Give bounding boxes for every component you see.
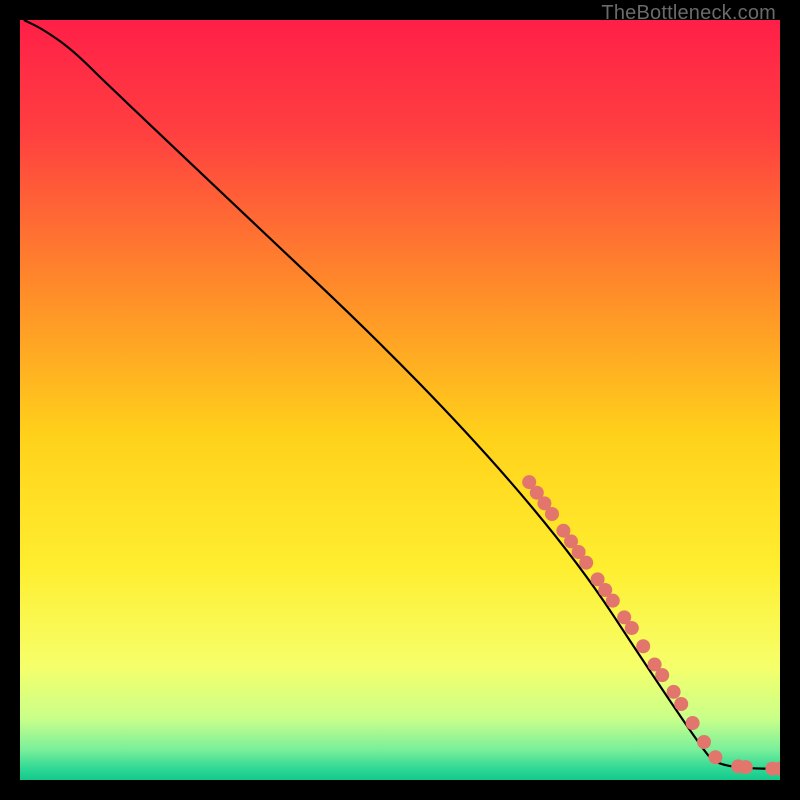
data-point [686,716,700,730]
gradient-background [20,20,780,780]
data-point [697,735,711,749]
data-point [579,556,593,570]
data-point [625,621,639,635]
data-point [636,639,650,653]
data-point [708,750,722,764]
data-point [606,594,620,608]
chart-canvas [20,20,780,780]
data-point [667,685,681,699]
data-point [655,668,669,682]
data-point [739,760,753,774]
data-point [545,507,559,521]
data-point [674,697,688,711]
